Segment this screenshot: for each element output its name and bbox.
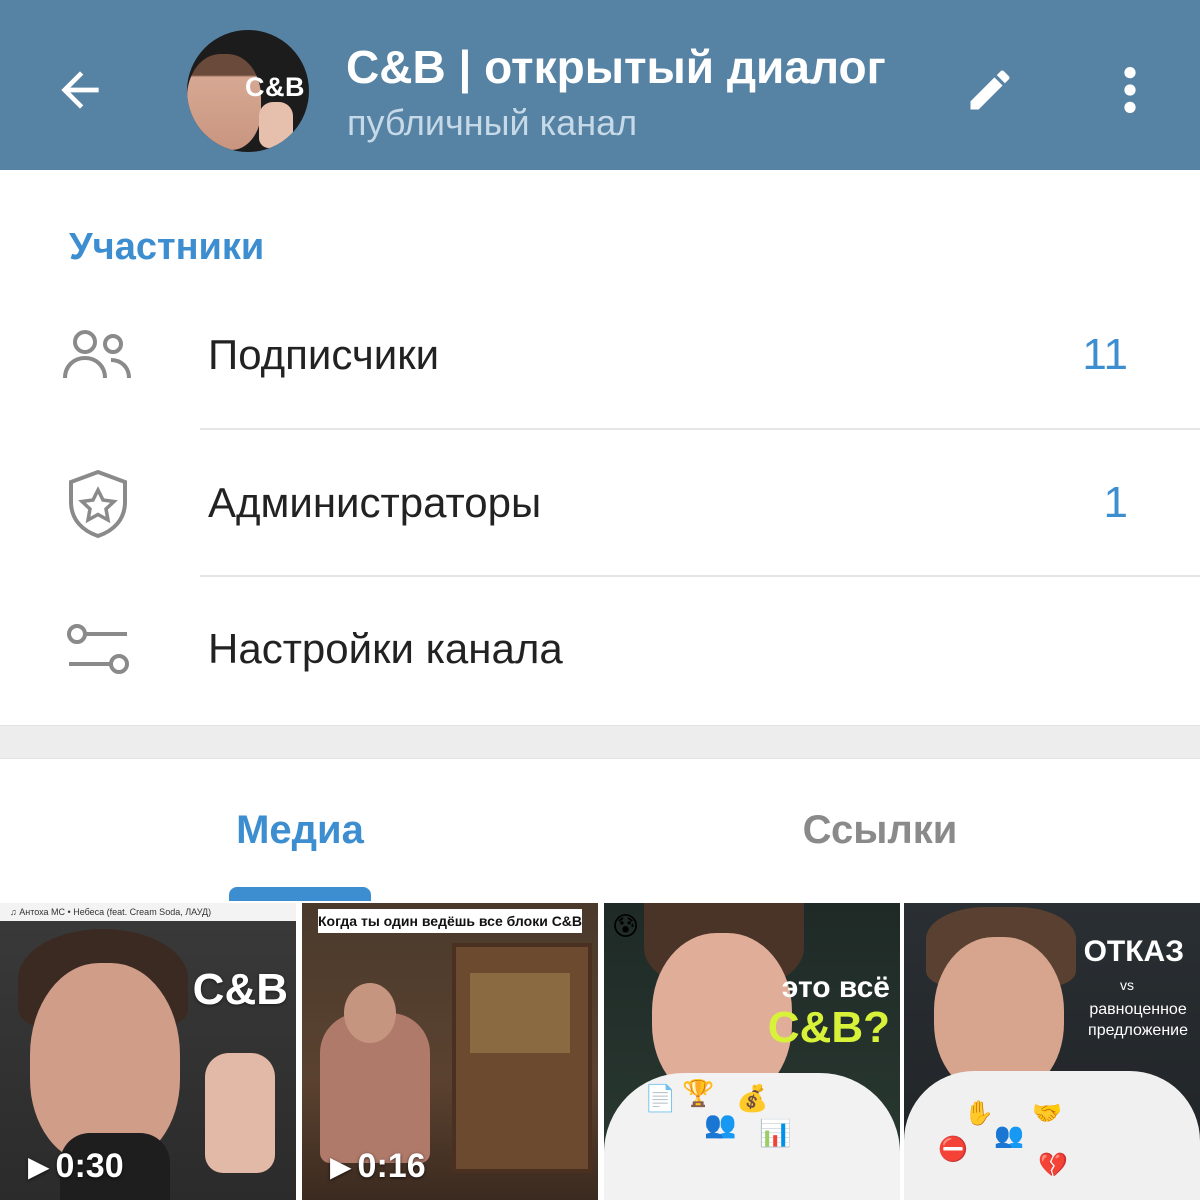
money-bag-emoji-icon: 💰 [736,1083,769,1113]
thumbnail-overlay-text: vs [1120,977,1134,993]
scared-emoji-icon: 😰 [612,911,640,941]
shield-star-icon [58,464,138,544]
channel-avatar[interactable]: C&B [187,30,309,152]
edit-button[interactable] [955,55,1025,125]
people-emoji-icon: 👥 [994,1122,1024,1149]
play-icon: ▶ [330,1151,352,1182]
more-vertical-icon [1124,67,1136,113]
thumbnail-overlay-text: C&B? [767,1003,890,1052]
arrow-left-icon [61,71,99,109]
broken-heart-emoji-icon: 💔 [1038,1152,1068,1179]
media-tile[interactable]: 😰 📄 🏆 💰 👥 📊 это всё C&B? [604,903,900,1200]
row-label: Настройки канала [208,625,563,672]
play-icon: ▶ [28,1151,50,1182]
subscribers-count: 11 [1082,330,1128,379]
tab-bar: Медиа Ссылки [0,759,1200,901]
people-emoji-icon: 👥 [704,1109,737,1139]
header-bar: C&B C&B | открытый диалог публичный кана… [0,0,1200,170]
section-gap [0,725,1200,759]
settings-toggles-icon [58,610,138,690]
media-tile[interactable]: ♫ Антоха МС • Небеса (feat. Cream Soda, … [0,903,296,1200]
video-duration: ▶ 0:16 [330,1147,426,1185]
handshake-emoji-icon: 🤝 [1032,1100,1062,1127]
tab-links[interactable]: Ссылки [580,759,1180,901]
thumbnail-overlay-text: равноценное предложение [1088,1001,1188,1039]
avatar-badge: C&B [245,72,305,102]
row-label: Администраторы [208,479,542,526]
tab-media[interactable]: Медиа [0,759,600,901]
chart-emoji-icon: 📊 [759,1118,792,1148]
section-title: Участники [69,226,265,268]
music-bar: ♫ Антоха МС • Небеса (feat. Cream Soda, … [0,903,296,921]
channel-subtitle: публичный канал [347,102,638,143]
no-entry-emoji-icon: ⛔ [938,1136,968,1163]
row-administrators[interactable]: Администраторы 1 [0,428,1200,574]
tab-indicator [229,887,371,901]
members-section: Участники Подписчики 11 Администраторы 1 [0,170,1200,725]
channel-title: C&B | открытый диалог [346,41,886,93]
pencil-icon [970,70,1010,110]
row-channel-settings[interactable]: Настройки канала [0,574,1200,720]
more-options-button[interactable] [1095,55,1165,125]
media-tile[interactable]: ✋ 🤝 ⛔ 👥 💔 ОТКАЗ vs равноценное предложен… [904,903,1200,1200]
people-icon [58,316,138,396]
thumbnail-overlay-text: это всё [781,971,890,1004]
document-emoji-icon: 📄 [644,1083,677,1113]
video-duration: ▶ 0:30 [28,1147,124,1185]
administrators-count: 1 [1103,478,1128,527]
thumbnail-overlay-text: C&B [192,965,288,1014]
row-label: Подписчики [208,331,440,378]
hand-emoji-icon: ✋ [964,1100,994,1127]
thumbnail-overlay-text: ОТКАЗ [1083,935,1184,968]
row-subscribers[interactable]: Подписчики 11 [0,280,1200,426]
thumbnail-caption: Когда ты один ведёшь все блоки C&B [318,909,582,933]
trophy-emoji-icon: 🏆 [682,1078,715,1108]
back-button[interactable] [40,50,120,130]
media-tile[interactable]: Когда ты один ведёшь все блоки C&B ▶ 0:1… [302,903,598,1200]
media-grid: ♫ Антоха МС • Небеса (feat. Cream Soda, … [0,901,1200,1200]
